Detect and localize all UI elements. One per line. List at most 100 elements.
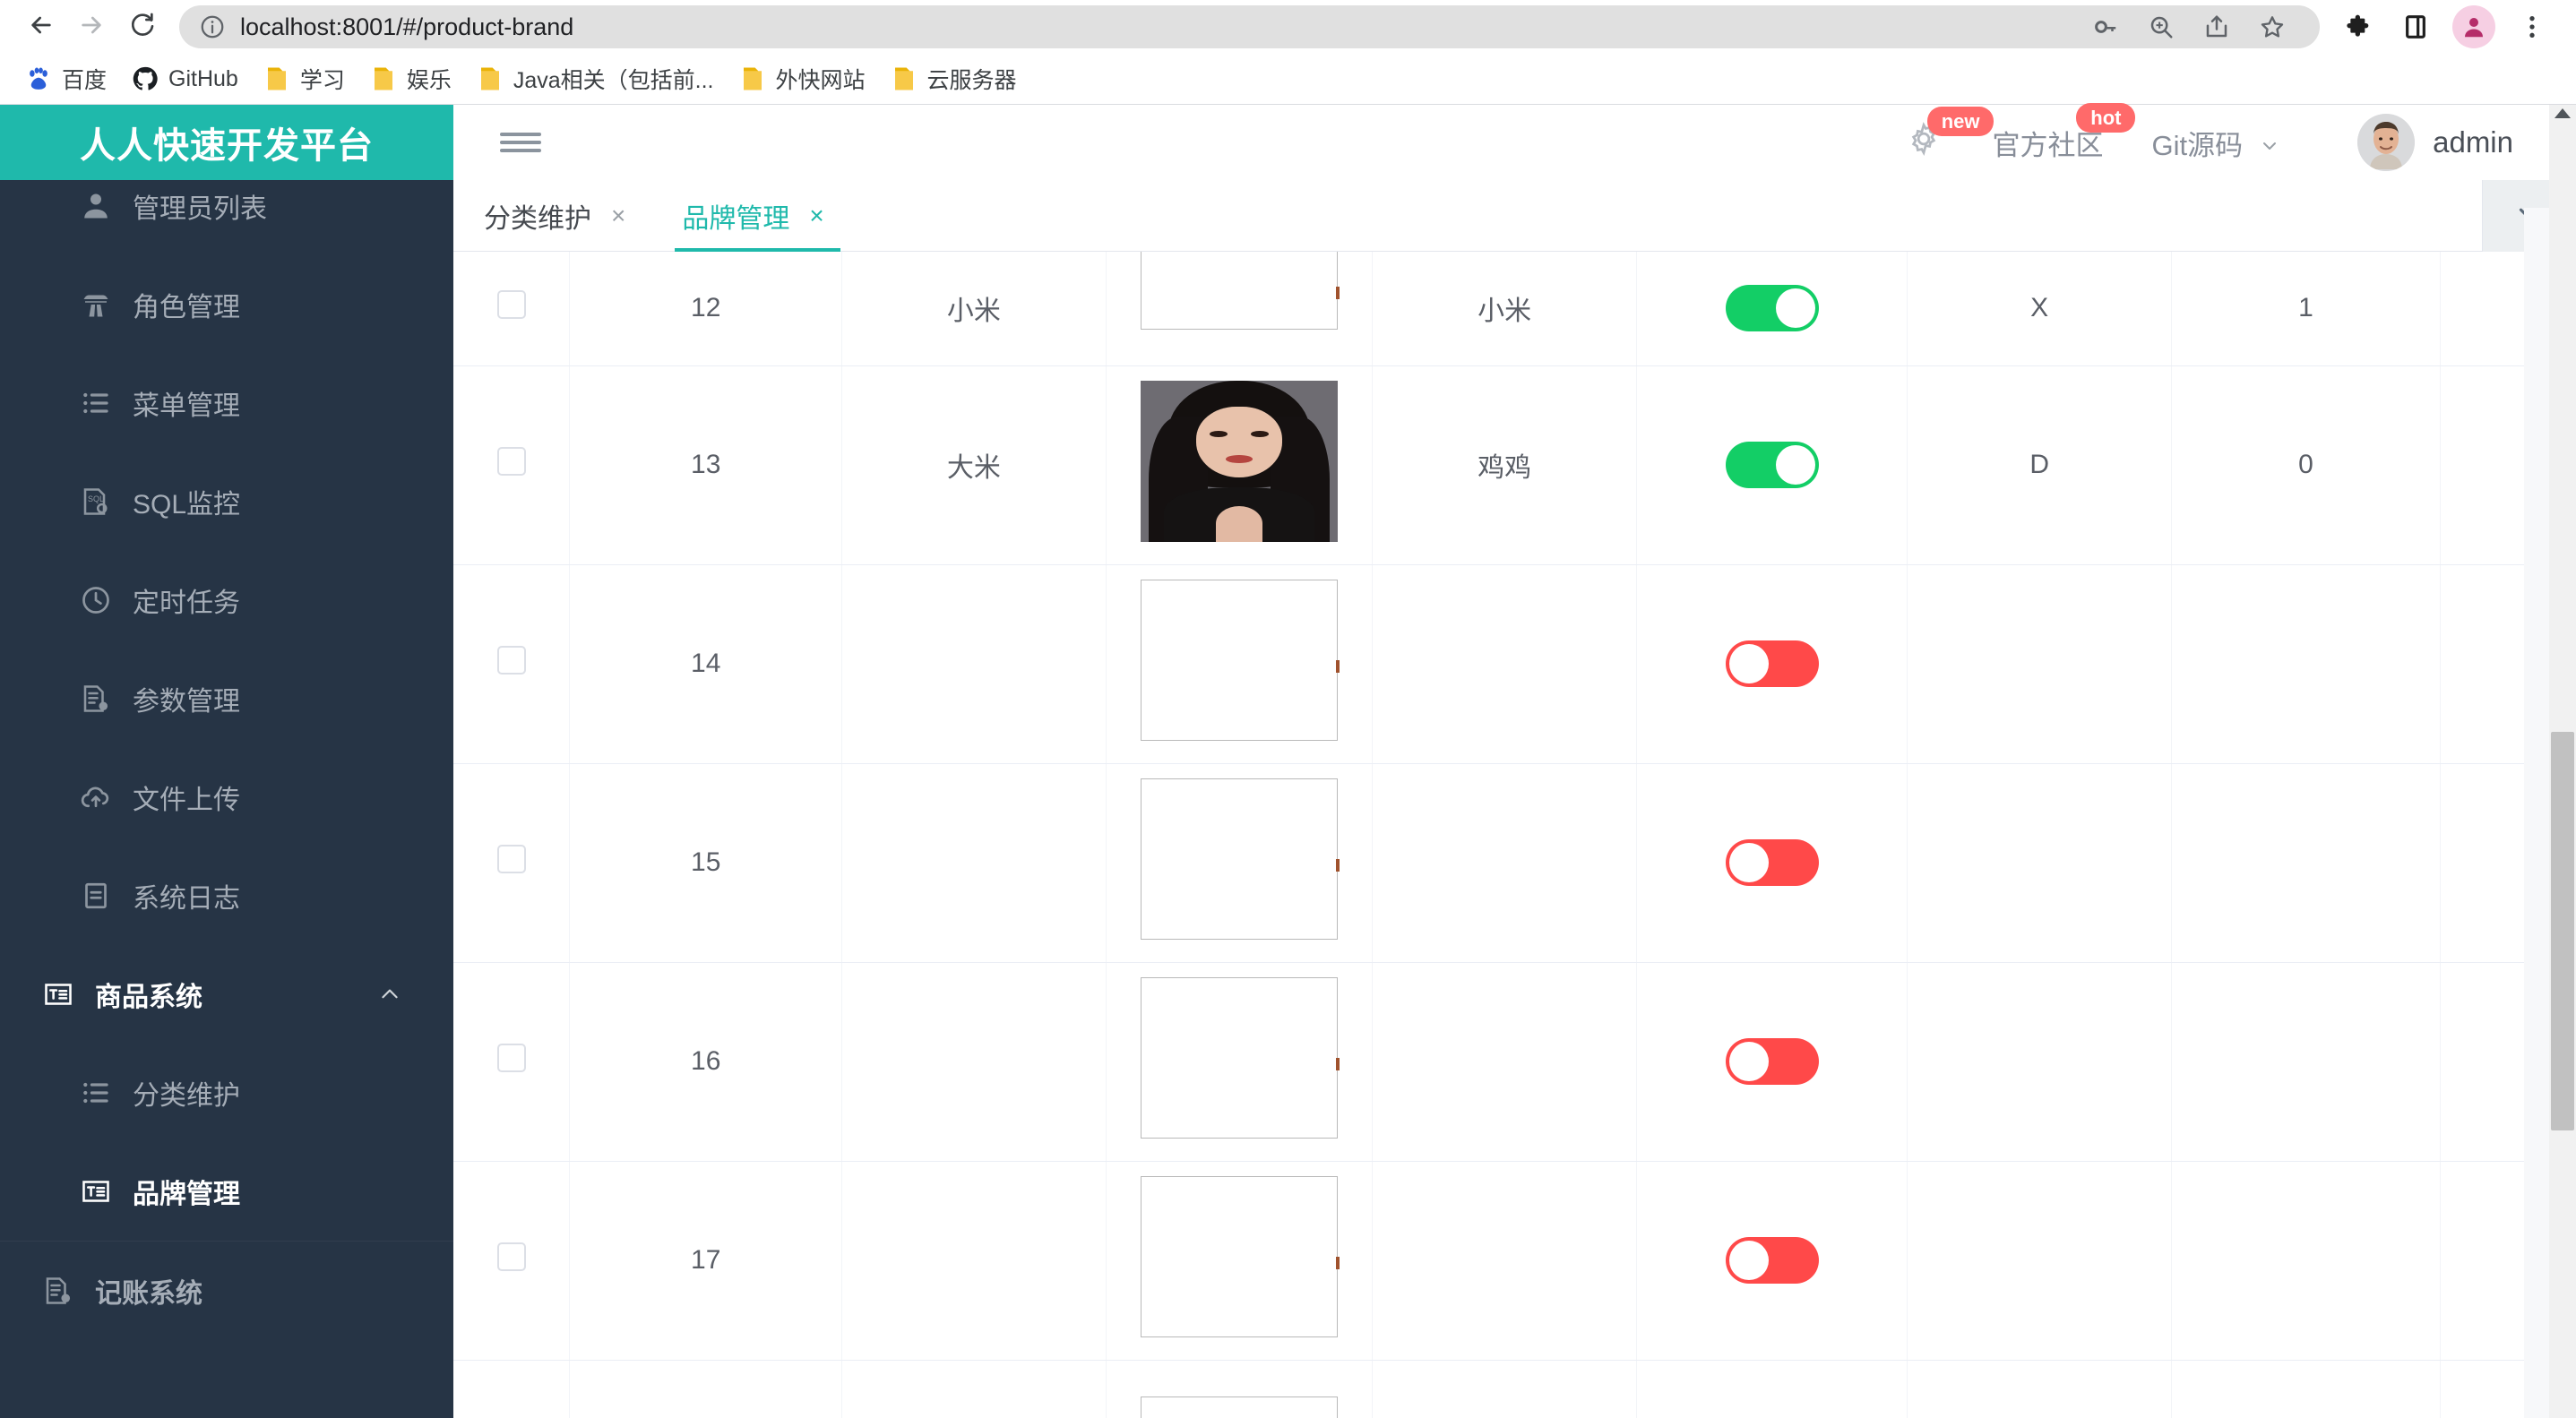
table-row[interactable]: 13 大米 鸡鸡 D 0	[453, 365, 2576, 565]
site-info-icon[interactable]	[199, 13, 226, 40]
cell-show-status[interactable]	[1636, 763, 1908, 963]
cell-show-status[interactable]	[1636, 962, 1908, 1162]
address-bar[interactable]: localhost:8001/#/product-brand	[179, 5, 2320, 48]
sidebar-item-label: 角色管理	[133, 293, 240, 322]
cell-first-letter	[1907, 763, 2172, 963]
table-row[interactable]: 14 修改 删除	[453, 564, 2576, 764]
folder-icon	[263, 65, 290, 92]
scrollbar-thumb[interactable]	[2551, 732, 2574, 1130]
show-status-toggle[interactable]	[1725, 442, 1819, 488]
password-key-icon[interactable]	[2078, 5, 2133, 48]
bookmark-folder[interactable]: Java相关（包括前...	[466, 60, 725, 98]
row-select-cell[interactable]	[453, 763, 571, 963]
row-select-cell[interactable]	[453, 252, 571, 366]
bookmark-folder[interactable]: 学习	[253, 60, 356, 98]
cell-show-status[interactable]	[1636, 252, 1908, 366]
sidebar-item-admin-list[interactable]: 管理员列表	[0, 157, 453, 255]
cell-show-status[interactable]	[1636, 564, 1908, 764]
show-status-toggle[interactable]	[1725, 1237, 1819, 1284]
row-select-cell[interactable]	[453, 962, 571, 1162]
cell-show-status[interactable]	[1636, 365, 1908, 565]
bookmark-folder[interactable]: 娱乐	[359, 60, 462, 98]
tab-bar: 分类维护 × 品牌管理 ×	[453, 180, 2576, 252]
forward-button[interactable]	[66, 2, 116, 52]
table-row[interactable]: 15 修改 删除	[453, 763, 2576, 963]
cell-brand-id: 15	[569, 763, 843, 963]
profile-avatar-icon[interactable]	[2452, 5, 2495, 48]
cell-first-letter: X	[1907, 252, 2172, 366]
row-checkbox[interactable]	[496, 447, 526, 476]
side-panel-icon[interactable]	[2388, 2, 2443, 52]
bookmark-star-icon[interactable]	[2244, 5, 2300, 48]
cell-brand-desc: 小米	[1372, 252, 1637, 366]
sidebar-item-brand-management[interactable]: 品牌管理	[0, 1142, 453, 1241]
log-document-icon	[79, 879, 113, 913]
chrome-menu-icon[interactable]	[2504, 2, 2560, 52]
sidebar-item-menu-management[interactable]: 菜单管理	[0, 354, 453, 452]
sidebar-item-accounting-system[interactable]: 记账系统	[0, 1241, 453, 1339]
row-select-cell[interactable]	[453, 1161, 571, 1361]
sidebar-item-file-upload[interactable]: 文件上传	[0, 748, 453, 847]
sidebar-item-system-log[interactable]: 系统日志	[0, 847, 453, 945]
row-select-cell[interactable]	[453, 1360, 571, 1418]
bookmark-folder[interactable]: 外快网站	[728, 60, 876, 98]
back-button[interactable]	[16, 2, 66, 52]
cell-brand-logo	[1106, 1161, 1374, 1361]
cell-brand-logo	[1106, 564, 1374, 764]
table-row[interactable]	[453, 1360, 2576, 1418]
cell-sort	[2171, 1161, 2442, 1361]
share-icon[interactable]	[2189, 5, 2244, 48]
show-status-toggle[interactable]	[1725, 285, 1819, 332]
row-checkbox[interactable]	[496, 290, 526, 320]
bookmark-item[interactable]: 百度	[14, 60, 117, 98]
close-icon[interactable]: ×	[809, 202, 823, 230]
table-row[interactable]: 16 修改 删除	[453, 962, 2576, 1162]
cell-show-status[interactable]	[1636, 1161, 1908, 1361]
sidebar-item-category-maintenance[interactable]: 分类维护	[0, 1044, 453, 1142]
clock-icon	[79, 583, 113, 617]
brand-table-container: 12 小米 小米 X 1 修改 删除	[453, 252, 2576, 1418]
tab-brand-management[interactable]: 品牌管理 ×	[651, 180, 849, 252]
tab-category-maintenance[interactable]: 分类维护 ×	[453, 180, 651, 251]
user-menu[interactable]: admin	[2357, 114, 2513, 171]
git-source-dropdown[interactable]: Git源码	[2151, 123, 2280, 163]
table-row[interactable]: 17 修改 删除	[453, 1161, 2576, 1361]
bookmarks-bar: 百度 GitHub 学习 娱乐 Java相关（包括前... 外快网站 云服务器	[0, 54, 2576, 105]
reload-button[interactable]	[116, 2, 167, 52]
reload-icon	[127, 11, 156, 44]
cell-brand-id: 16	[569, 962, 843, 1162]
row-select-cell[interactable]	[453, 365, 571, 565]
row-checkbox[interactable]	[496, 845, 526, 873]
hamburger-icon[interactable]	[500, 126, 541, 159]
table-row[interactable]: 12 小米 小米 X 1 修改 删除	[453, 252, 2576, 366]
cell-brand-logo	[1106, 1360, 1374, 1418]
sidebar-item-label: 菜单管理	[133, 391, 240, 421]
sidebar-scrollbar[interactable]	[447, 180, 453, 1418]
sidebar-item-label: 商品系统	[95, 983, 202, 1012]
row-checkbox[interactable]	[496, 1044, 526, 1072]
settings-button[interactable]: new	[1904, 107, 1994, 166]
folder-icon	[891, 65, 918, 92]
bookmark-item[interactable]: GitHub	[121, 60, 249, 98]
sidebar-item-product-system[interactable]: 商品系统	[0, 945, 453, 1044]
sidebar-item-sql-monitor[interactable]: SQL SQL监控	[0, 452, 453, 551]
sidebar-item-scheduled-task[interactable]: 定时任务	[0, 551, 453, 649]
community-link[interactable]: 官方社区 hot	[1992, 102, 2136, 163]
show-status-toggle[interactable]	[1725, 839, 1819, 886]
row-select-cell[interactable]	[453, 564, 571, 764]
page-scrollbar[interactable]	[2549, 105, 2576, 1418]
cell-brand-name	[841, 962, 1107, 1162]
zoom-icon[interactable]	[2133, 5, 2189, 48]
show-status-toggle[interactable]	[1725, 1038, 1819, 1085]
scroll-up-arrow-icon[interactable]	[2554, 108, 2571, 118]
row-checkbox[interactable]	[496, 1242, 526, 1271]
show-status-toggle[interactable]	[1725, 640, 1819, 687]
cell-brand-desc	[1372, 763, 1637, 963]
bookmark-folder[interactable]: 云服务器	[880, 60, 1028, 98]
cell-first-letter	[1907, 1161, 2172, 1361]
extensions-puzzle-icon[interactable]	[2332, 2, 2388, 52]
close-icon[interactable]: ×	[611, 202, 625, 230]
sidebar-item-parameter-management[interactable]: 参数管理	[0, 649, 453, 748]
sidebar-item-role-management[interactable]: 角色管理	[0, 255, 453, 354]
row-checkbox[interactable]	[496, 646, 526, 675]
